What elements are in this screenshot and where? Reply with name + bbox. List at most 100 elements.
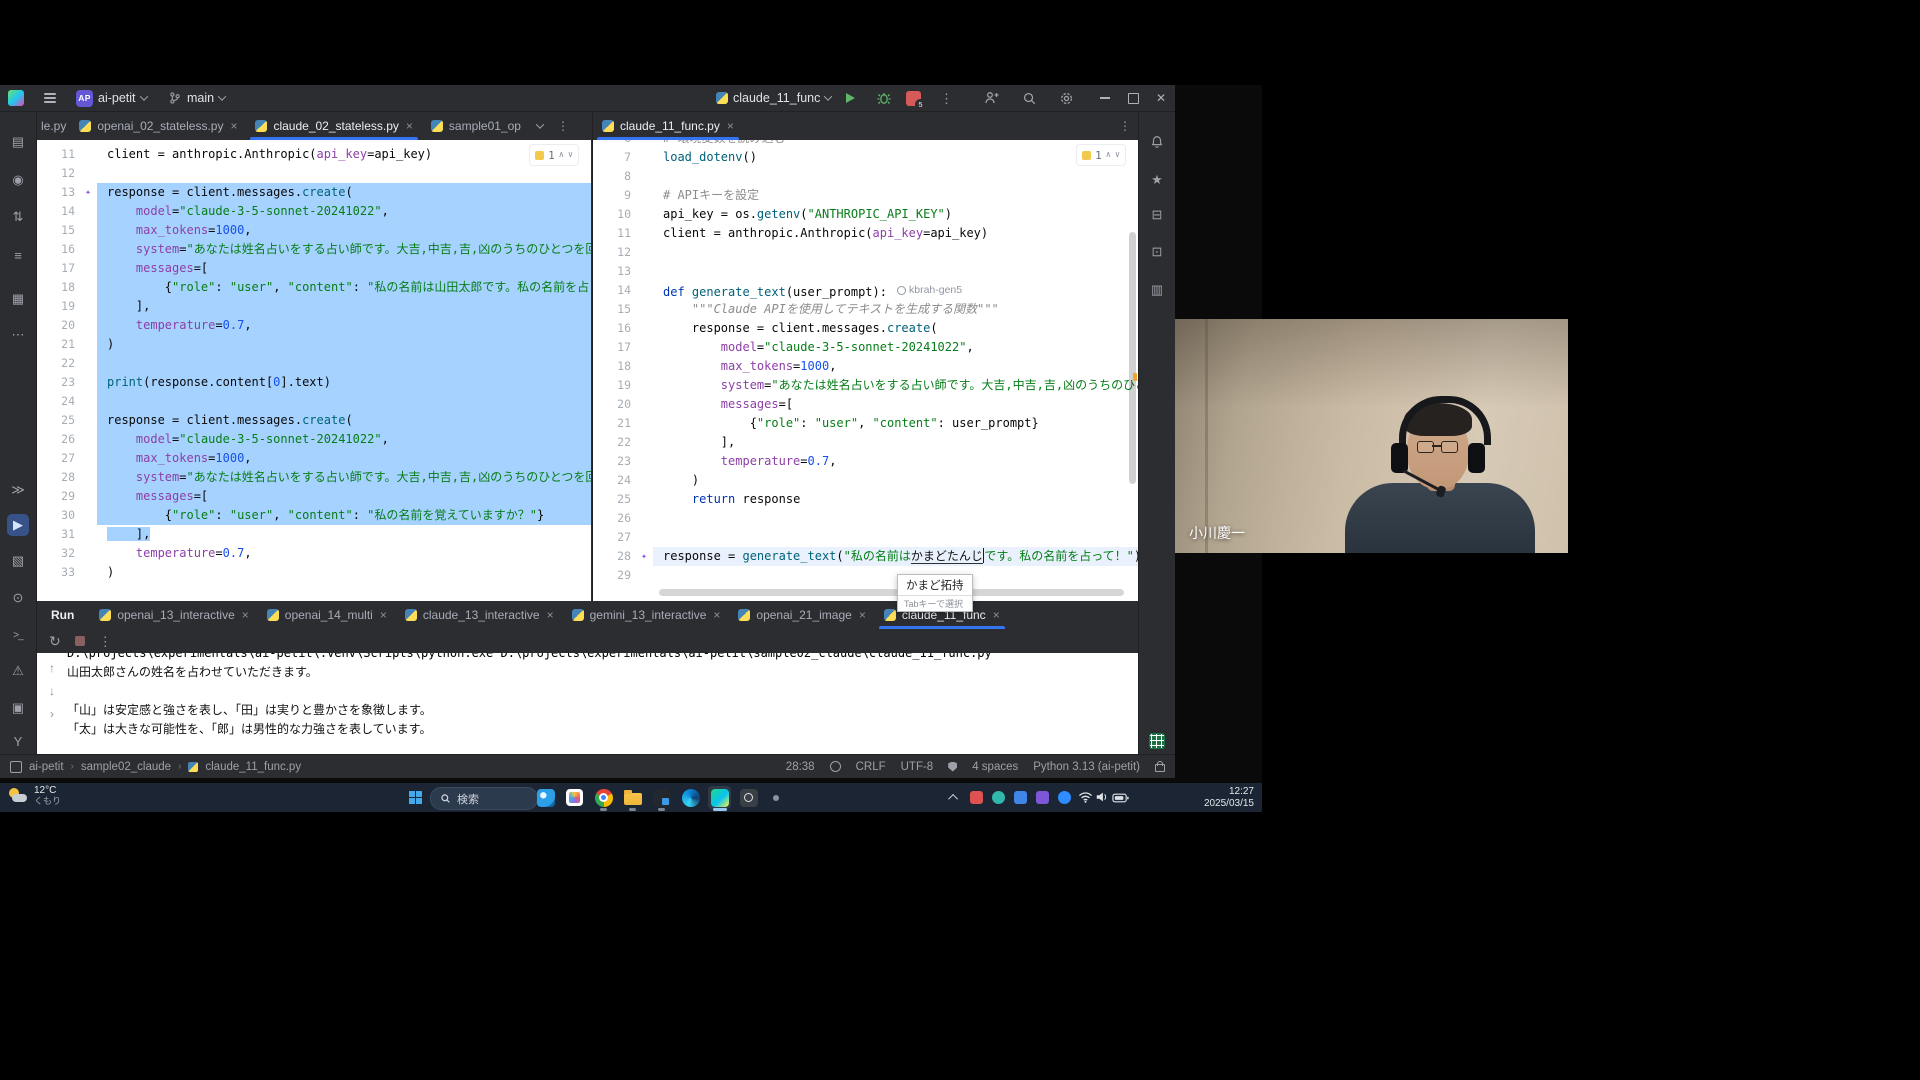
console-output[interactable]: D:\projects\experimentals\ai-petit\.venv… xyxy=(67,653,1138,755)
main-menu-button[interactable] xyxy=(44,85,56,111)
editor-tab[interactable]: sample01_op xyxy=(422,112,530,140)
tab-close-icon[interactable]: × xyxy=(713,608,720,622)
run-tab[interactable]: gemini_13_interactive× xyxy=(563,601,730,629)
run-tab[interactable]: openai_13_interactive× xyxy=(90,601,257,629)
taskbar-chrome-icon[interactable] xyxy=(592,786,615,809)
kebab-icon[interactable]: ⋮ xyxy=(99,635,112,648)
pull-requests-icon[interactable]: ⇅ xyxy=(7,206,29,228)
horizontal-scrollbar[interactable] xyxy=(659,589,1124,596)
project-folder-icon[interactable]: ▤ xyxy=(7,131,29,153)
run-tab[interactable]: openai_21_image× xyxy=(729,601,874,629)
run-tab[interactable]: claude_13_interactive× xyxy=(396,601,563,629)
project-widget[interactable]: AP ai-petit xyxy=(76,85,147,111)
search-everywhere-button[interactable] xyxy=(1022,85,1037,111)
ai-assistant-icon[interactable]: ★ xyxy=(1146,169,1168,191)
editor-tab[interactable]: claude_02_stateless.py× xyxy=(246,112,421,140)
hidden-tabs-button[interactable] xyxy=(530,112,550,140)
chevron-up-icon[interactable]: ∧ xyxy=(559,146,564,165)
inspection-widget[interactable]: 1 ∧ ∨ xyxy=(1076,144,1126,166)
run-button[interactable] xyxy=(846,85,855,111)
indent-setting[interactable]: 4 spaces xyxy=(972,761,1018,773)
rerun-button[interactable]: ↻ xyxy=(49,633,61,650)
run-config-widget[interactable]: claude_11_func xyxy=(716,85,831,111)
tray-recording-icon[interactable] xyxy=(968,789,984,805)
tray-extension-icon[interactable] xyxy=(1034,789,1050,805)
chevron-down-icon[interactable]: ∨ xyxy=(1115,146,1120,165)
chevron-down-icon[interactable]: ∨ xyxy=(568,146,573,165)
services-icon[interactable]: ⊙ xyxy=(7,587,29,609)
taskbar-search[interactable]: 検索 xyxy=(430,787,538,810)
taskbar-camera-icon[interactable] xyxy=(737,786,760,809)
warning-stripe-mark[interactable] xyxy=(1133,373,1137,381)
stop-all-button[interactable]: 5 xyxy=(906,85,921,111)
tab-close-icon[interactable]: × xyxy=(859,608,866,622)
python-interpreter[interactable]: Python 3.13 (ai-petit) xyxy=(1033,761,1140,773)
taskbar-devtool-icon[interactable] xyxy=(650,786,673,809)
taskbar-swallow-icon[interactable] xyxy=(534,786,557,809)
tray-teams-icon[interactable] xyxy=(990,789,1006,805)
minimize-button[interactable] xyxy=(1092,85,1118,111)
line-separator[interactable]: CRLF xyxy=(856,761,886,773)
stop-button[interactable] xyxy=(75,636,85,646)
caret-position[interactable]: 28:38 xyxy=(786,761,815,773)
volume-icon[interactable] xyxy=(1095,790,1109,809)
structure-icon[interactable]: ≡ xyxy=(7,244,29,266)
tab-close-icon[interactable]: × xyxy=(230,119,237,133)
run-tab[interactable]: openai_14_multi× xyxy=(258,601,396,629)
tab-close-icon[interactable]: × xyxy=(380,608,387,622)
database-icon[interactable]: ⊟ xyxy=(1146,204,1168,226)
breadcrumb-item[interactable]: sample02_claude xyxy=(81,761,171,773)
tab-close-icon[interactable]: × xyxy=(993,608,1000,622)
vertical-scrollbar[interactable] xyxy=(1129,232,1136,484)
tab-close-icon[interactable]: × xyxy=(547,608,554,622)
dependencies-icon[interactable]: ▥ xyxy=(1146,279,1168,301)
run-icon[interactable]: ▶ xyxy=(7,514,29,536)
terminal-icon[interactable]: >_ xyxy=(7,624,29,646)
maximize-button[interactable] xyxy=(1120,85,1146,111)
inspections-profile-icon[interactable] xyxy=(830,761,841,772)
wifi-icon[interactable] xyxy=(1078,790,1093,808)
python-packages-icon[interactable]: ▧ xyxy=(7,550,29,572)
editor-left[interactable]: 11client = anthropic.Anthropic(api_key=a… xyxy=(37,140,591,601)
plugins-icon[interactable]: ▦ xyxy=(7,288,29,310)
tab-close-icon[interactable]: × xyxy=(406,119,413,133)
branch-widget[interactable]: main xyxy=(168,85,225,111)
breadcrumb-item[interactable]: claude_11_func.py xyxy=(205,761,301,773)
scroll-down-icon[interactable]: ↓ xyxy=(49,684,55,698)
code-with-me-button[interactable] xyxy=(984,85,1000,111)
lock-icon[interactable] xyxy=(1155,764,1165,772)
build-icon[interactable]: ⊡ xyxy=(1146,241,1168,263)
taskbar-pycharm-icon[interactable] xyxy=(708,786,731,809)
ime-suggestion[interactable]: かまど拓持 xyxy=(898,575,972,595)
editor-tab[interactable]: openai_02_stateless.py× xyxy=(70,112,246,140)
prompt-icon[interactable]: › xyxy=(50,707,54,721)
problems-icon[interactable]: ⚠ xyxy=(7,660,29,682)
tab-options-button[interactable]: ⋮ xyxy=(550,112,576,140)
more-actions-button[interactable]: ⋮ xyxy=(940,85,953,111)
table-view-icon[interactable] xyxy=(1146,730,1168,752)
commit-icon[interactable]: ◉ xyxy=(7,169,29,191)
taskbar-clock[interactable]: 12:27 2025/03/15 xyxy=(1204,786,1254,809)
editor-tab[interactable]: le.py xyxy=(37,112,70,140)
more-icon[interactable]: ⋯ xyxy=(7,324,29,346)
tray-onedrive-icon[interactable] xyxy=(1012,789,1028,805)
taskbar-indicator-icon[interactable] xyxy=(764,786,787,809)
tool-window-toggle-icon[interactable] xyxy=(10,761,22,773)
close-button[interactable]: ✕ xyxy=(1148,85,1174,111)
tab-close-icon[interactable]: × xyxy=(727,119,734,133)
editor-right[interactable]: 6# 環境変数を読み込む7load_dotenv()89# APIキーを設定10… xyxy=(593,140,1138,601)
settings-button[interactable] xyxy=(1059,85,1074,111)
editor-tab[interactable]: claude_11_func.py× xyxy=(593,112,743,140)
breadcrumb-item[interactable]: ai-petit xyxy=(29,761,64,773)
inspection-widget[interactable]: 1 ∧ ∨ xyxy=(529,144,579,166)
notifications-icon[interactable] xyxy=(1146,131,1168,153)
taskbar-explorer-icon[interactable] xyxy=(621,786,644,809)
scroll-up-icon[interactable]: ↑ xyxy=(49,661,55,675)
taskbar-edge-icon[interactable] xyxy=(679,786,702,809)
file-encoding[interactable]: UTF-8 xyxy=(901,761,934,773)
tray-meet-icon[interactable] xyxy=(1056,789,1072,805)
battery-icon[interactable] xyxy=(1112,790,1129,808)
tray-chevron-up-icon[interactable] xyxy=(946,789,962,805)
debug-button[interactable] xyxy=(876,85,892,111)
taskbar-start-icon[interactable] xyxy=(404,786,427,809)
